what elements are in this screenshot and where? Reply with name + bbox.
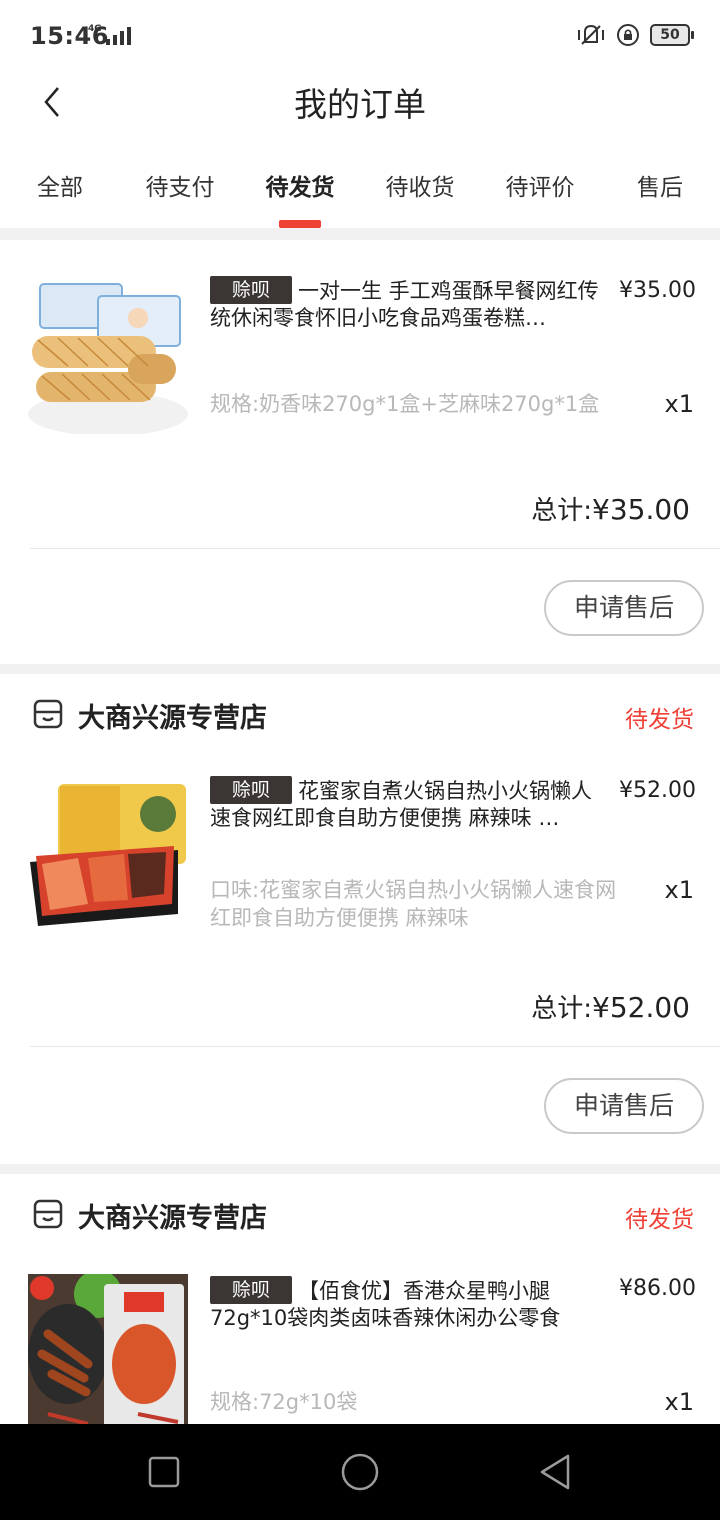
tab-pending-receipt[interactable]: 待收货: [360, 168, 480, 202]
section-divider: [0, 1164, 720, 1174]
product-quantity: x1: [664, 1388, 694, 1416]
signal-icon: [106, 27, 131, 45]
order-total: 总计:¥52.00: [531, 991, 690, 1024]
network-type: 4G: [88, 24, 102, 34]
order-status: 待发货: [625, 707, 694, 733]
square-icon: [148, 1456, 180, 1488]
vibrate-icon: [578, 24, 604, 45]
back-nav-button[interactable]: [536, 1452, 576, 1492]
home-button[interactable]: [340, 1452, 380, 1492]
battery-indicator: 50: [650, 24, 694, 46]
product-price: ¥52.00: [619, 778, 696, 803]
section-divider: [0, 228, 720, 240]
store-name: 大商兴源专营店: [78, 703, 267, 734]
store-icon: [33, 1199, 63, 1229]
product-title[interactable]: 赊呗 花蜜家自煮火锅自热小火锅懒人速食网红即食自助方便便携 麻辣味 …: [210, 776, 610, 830]
tab-pending-review[interactable]: 待评价: [480, 168, 600, 202]
order-total: 总计:¥35.00: [531, 493, 690, 526]
product-quantity: x1: [664, 390, 694, 418]
store-icon: [33, 699, 63, 729]
credit-badge: 赊呗: [210, 776, 292, 804]
credit-badge: 赊呗: [210, 1276, 292, 1304]
store-row[interactable]: 大商兴源专营店 待发货: [0, 1174, 720, 1254]
tab-pending-shipment[interactable]: 待发货: [240, 168, 360, 202]
circle-icon: [341, 1453, 379, 1491]
section-divider: [0, 664, 720, 674]
app-header: 我的订单: [0, 72, 720, 132]
order-card: 赊呗 一对一生 手工鸡蛋酥早餐网红传统休闲零食怀旧小吃食品鸡蛋卷糕… ¥35.00…: [0, 240, 720, 664]
product-image[interactable]: [28, 1274, 188, 1424]
product-price: ¥86.00: [619, 1276, 696, 1301]
page-title: 我的订单: [294, 85, 426, 124]
product-title[interactable]: 赊呗 一对一生 手工鸡蛋酥早餐网红传统休闲零食怀旧小吃食品鸡蛋卷糕…: [210, 276, 610, 330]
product-spec: 规格:72g*10袋: [210, 1390, 358, 1414]
order-card: 大商兴源专营店 待发货 赊呗 花蜜家自煮火锅自热小火锅懒人速食网红即食自助方便便携…: [0, 674, 720, 1164]
row-divider: [30, 548, 720, 549]
tab-all[interactable]: 全部: [0, 168, 120, 202]
store-row[interactable]: 大商兴源专营店 待发货: [0, 674, 720, 754]
order-tabs: 全部 待支付 待发货 待收货 待评价 售后: [0, 150, 720, 230]
product-quantity: x1: [664, 876, 694, 904]
system-nav-bar: [0, 1424, 720, 1520]
order-card: 大商兴源专营店 待发货 赊呗 【佰食优】香港众星鸭小腿72g*10袋肉类卤味香辣休…: [0, 1174, 720, 1424]
triangle-back-icon: [540, 1454, 570, 1490]
recents-button[interactable]: [144, 1452, 184, 1492]
row-divider: [30, 1046, 720, 1047]
credit-badge: 赊呗: [210, 276, 292, 304]
product-image[interactable]: [28, 774, 188, 934]
rotation-lock-icon: [617, 24, 639, 46]
tab-after-sales[interactable]: 售后: [600, 168, 720, 202]
product-spec: 规格:奶香味270g*1盒+芝麻味270g*1盒: [210, 392, 600, 416]
active-tab-indicator: [279, 220, 321, 228]
order-status: 待发货: [625, 1207, 694, 1233]
product-spec: 口味:花蜜家自煮火锅自热小火锅懒人速食网红即食自助方便便携 麻辣味: [210, 878, 617, 930]
product-image[interactable]: [28, 274, 188, 434]
product-price: ¥35.00: [619, 278, 696, 303]
status-bar: 15:46 4G 50: [0, 0, 720, 72]
store-name: 大商兴源专营店: [78, 1203, 267, 1234]
product-title[interactable]: 赊呗 【佰食优】香港众星鸭小腿72g*10袋肉类卤味香辣休闲办公零食: [210, 1276, 610, 1330]
tab-pending-payment[interactable]: 待支付: [120, 168, 240, 202]
apply-after-sales-button[interactable]: 申请售后: [544, 580, 704, 636]
apply-after-sales-button[interactable]: 申请售后: [544, 1078, 704, 1134]
